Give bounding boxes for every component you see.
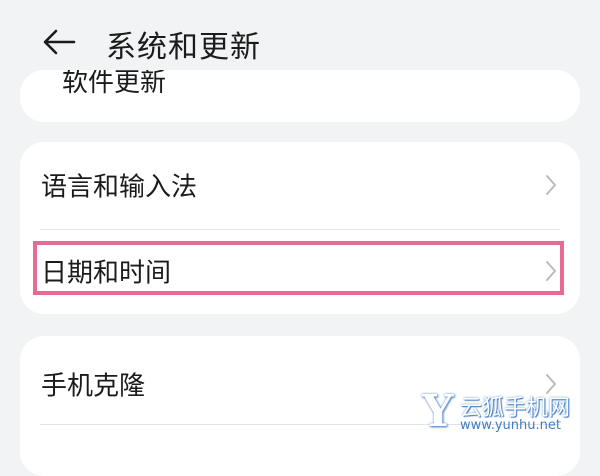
- chevron-right-icon: [546, 175, 556, 195]
- clipped-setting-label: 软件更新: [62, 70, 167, 98]
- setting-item-label: 手机克隆: [41, 371, 146, 402]
- arrow-left-icon[interactable]: [40, 26, 80, 58]
- page-title: 系统和更新: [106, 30, 261, 65]
- watermark-letter: Y: [422, 386, 454, 437]
- setting-item-label: 日期和时间: [41, 258, 172, 289]
- chevron-right-icon: [546, 261, 556, 281]
- settings-card-top: 软件更新: [20, 70, 580, 122]
- settings-card-language-date: 语言和输入法 日期和时间: [20, 142, 580, 314]
- watermark-url: www.yunhu.net: [460, 418, 561, 433]
- setting-item-language-input[interactable]: 语言和输入法: [20, 142, 580, 228]
- setting-item-label: 语言和输入法: [41, 172, 198, 203]
- setting-item-date-time[interactable]: 日期和时间: [20, 228, 580, 314]
- watermark-logo: Y 云狐手机网 www.yunhu.net: [422, 384, 597, 446]
